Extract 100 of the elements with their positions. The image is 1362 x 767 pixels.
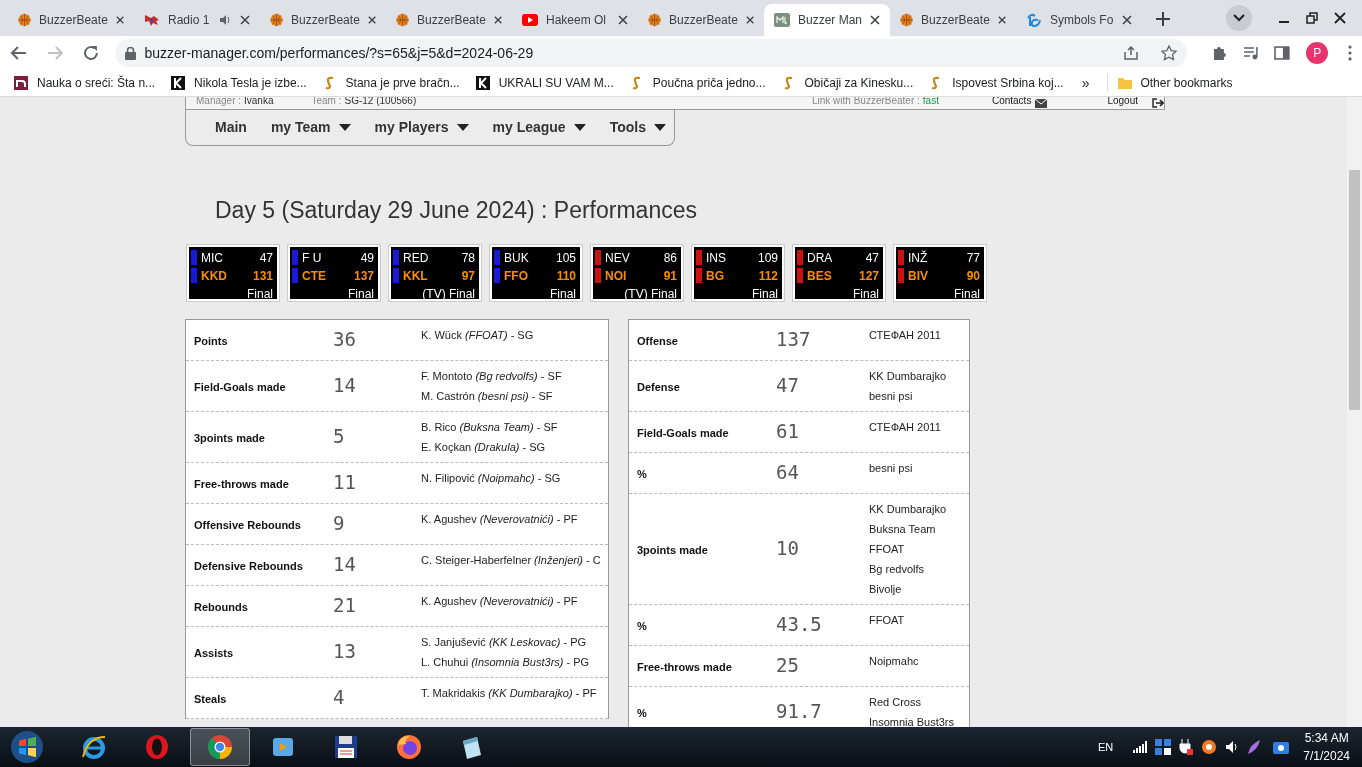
- browser-tab[interactable]: Hakeem Ol: [512, 4, 638, 36]
- record-holder: E. Koçkan (Drakula) - SG: [421, 439, 547, 455]
- tab-title: BuzzerBeate: [921, 12, 990, 29]
- bookmarks-overflow-button[interactable]: »: [1081, 72, 1090, 94]
- bookmark-link[interactable]: Stana je prve bračn...: [345, 74, 460, 92]
- link-status: fast: [922, 97, 939, 108]
- other-bookmarks-link[interactable]: Other bookmarks: [1140, 74, 1233, 92]
- feather-icon[interactable]: [1247, 739, 1262, 755]
- menu-icon[interactable]: [1348, 45, 1352, 61]
- contacts-link[interactable]: Contacts: [991, 97, 1032, 108]
- scoreboard-card[interactable]: BUK 105 FFO 110 Final: [490, 244, 582, 301]
- record-holder: F. Montoto (Bg redvolfs) - SF: [421, 368, 562, 384]
- team-name: Red Cross: [869, 694, 922, 710]
- chrome-icon: [206, 733, 234, 761]
- team-score: 47: [865, 249, 880, 267]
- grid-app-icon[interactable]: [1155, 739, 1172, 755]
- back-icon[interactable]: [10, 44, 28, 62]
- team-abbreviation: INS: [706, 249, 726, 267]
- bookmark-link[interactable]: Običaji za Kinesku...: [804, 74, 914, 92]
- scrollbar[interactable]: [1347, 97, 1362, 727]
- volume-icon[interactable]: [1225, 740, 1240, 754]
- basketball-icon: [900, 12, 914, 28]
- basketball-icon: [18, 12, 32, 28]
- record-value: 11: [333, 471, 356, 494]
- team-score: 105: [555, 249, 577, 267]
- team-name: Buksna Team: [869, 521, 937, 537]
- category-label: Free-throws made: [194, 477, 289, 490]
- record-value: 10: [776, 537, 799, 560]
- close-icon[interactable]: [115, 15, 124, 25]
- nav-menu-item[interactable]: Tools: [609, 117, 666, 138]
- logout-link[interactable]: Logout: [1107, 97, 1138, 108]
- record-value: 137: [776, 328, 811, 351]
- plug-icon[interactable]: [1179, 739, 1194, 755]
- url-text: buzzer-manager.com/performances/?s=65&j=5&d=2024-06-29: [144, 43, 535, 63]
- close-icon[interactable]: [870, 15, 880, 25]
- flag-icon: [144, 12, 160, 28]
- start-button-icon[interactable]: [10, 730, 44, 764]
- address-bar[interactable]: buzzer-manager.com/performances/?s=65&j=5&d=2024-06-29: [115, 39, 1187, 67]
- browser-tab[interactable]: BuzzerBeate: [386, 4, 512, 36]
- scoreboard-card[interactable]: DRA 47 BES 127 Final: [793, 244, 885, 301]
- team-score: 49: [360, 249, 375, 267]
- team-score: 77: [966, 249, 981, 267]
- browser-tab[interactable]: BuzzerBeate: [638, 4, 764, 36]
- share-icon[interactable]: [1122, 45, 1139, 61]
- nav-menu-item[interactable]: my Team: [270, 117, 351, 138]
- clock-time: 5:34 AM: [1304, 730, 1349, 747]
- record-value: 14: [333, 553, 356, 576]
- nav-menu-item[interactable]: Main: [215, 117, 247, 138]
- bookmark-link[interactable]: Poučna priča jedno...: [652, 74, 766, 92]
- bookmark-link[interactable]: UKRALI SU VAM M...: [498, 74, 614, 92]
- browser-tab[interactable]: BuzzerBeate: [260, 4, 386, 36]
- browser-tab[interactable]: Radio 1: [134, 4, 260, 36]
- close-icon[interactable]: [367, 15, 376, 25]
- signal-icon[interactable]: [1133, 741, 1148, 753]
- browser-tab[interactable]: BuzzerBeate: [890, 4, 1016, 36]
- camera-icon[interactable]: [1273, 740, 1290, 754]
- scrollbar-thumb[interactable]: [1349, 170, 1360, 410]
- category-label: Free-throws made: [637, 660, 732, 673]
- close-icon[interactable]: [997, 15, 1006, 25]
- close-icon[interactable]: [1122, 15, 1132, 25]
- manager-name: Ivanka: [244, 97, 274, 108]
- lock-icon: [125, 46, 137, 60]
- star-icon[interactable]: [1160, 45, 1177, 61]
- profile-avatar[interactable]: P: [1306, 42, 1329, 64]
- scoreboard-card[interactable]: MIC 47 KKD 131 Final: [187, 244, 279, 301]
- bookmark-link[interactable]: Nikola Tesla je izbe...: [194, 74, 307, 92]
- tab-search-button[interactable]: [1226, 5, 1252, 31]
- clock[interactable]: 5:34 AM 7/1/2024: [1303, 729, 1350, 765]
- team-name: СТЕФАН 2011: [869, 419, 941, 435]
- scoreboard-card[interactable]: INS 109 BG 112 Final: [692, 244, 784, 301]
- close-icon[interactable]: [240, 15, 250, 25]
- restore-icon[interactable]: [1306, 12, 1318, 24]
- browser-tab[interactable]: Buzzer Man: [764, 4, 890, 36]
- category-label: 3points made: [194, 431, 265, 444]
- game-status: Final: [954, 285, 980, 303]
- close-icon[interactable]: [745, 15, 754, 25]
- team-name: besni psi: [869, 388, 914, 404]
- team-abbreviation: DRA: [807, 249, 833, 267]
- close-icon[interactable]: [1334, 12, 1346, 24]
- media-icon[interactable]: [1242, 45, 1259, 61]
- basketball-icon: [648, 12, 662, 28]
- close-icon[interactable]: [493, 15, 502, 25]
- nav-menu-item[interactable]: my Players: [374, 117, 469, 138]
- reload-icon[interactable]: [81, 44, 100, 62]
- browser-tab[interactable]: BuzzerBeate: [8, 4, 134, 36]
- speaker-icon[interactable]: [219, 14, 232, 26]
- language-indicator[interactable]: EN: [1098, 738, 1114, 756]
- bookmark-link[interactable]: Nauka o sreći: Šta n...: [37, 74, 156, 92]
- browser-tab[interactable]: Symbols Fo: [1016, 4, 1142, 36]
- scoreboard-card[interactable]: INŽ 77 BIV 90 Final: [894, 244, 986, 301]
- scoreboard-card[interactable]: F U 49 CTE 137 Final: [288, 244, 380, 301]
- team-abbreviation: CTE: [302, 267, 326, 285]
- record-value: 21: [333, 594, 356, 617]
- side-panel-icon[interactable]: [1274, 45, 1291, 61]
- close-icon[interactable]: [618, 15, 628, 25]
- team-abbreviation: KKL: [403, 267, 428, 285]
- bookmark-link[interactable]: Ispovest Srbina koj...: [952, 74, 1064, 92]
- link-label: Link with BuzzerBeater :: [812, 97, 920, 108]
- record-holder: L. Chuhui (Insomnia Bust3rs) - PG: [421, 654, 590, 670]
- nav-menu-item[interactable]: my League: [492, 117, 586, 138]
